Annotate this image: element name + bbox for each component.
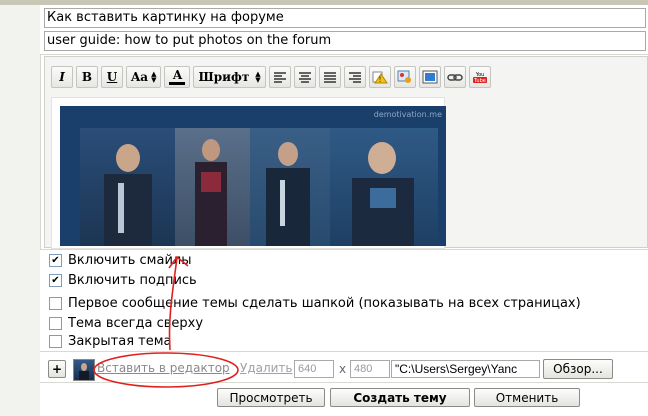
annotation-arrow-head <box>168 255 189 269</box>
annotation-overlay <box>93 255 239 388</box>
annotation-circle <box>93 352 239 388</box>
annotation-arrow-shaft <box>168 257 178 351</box>
